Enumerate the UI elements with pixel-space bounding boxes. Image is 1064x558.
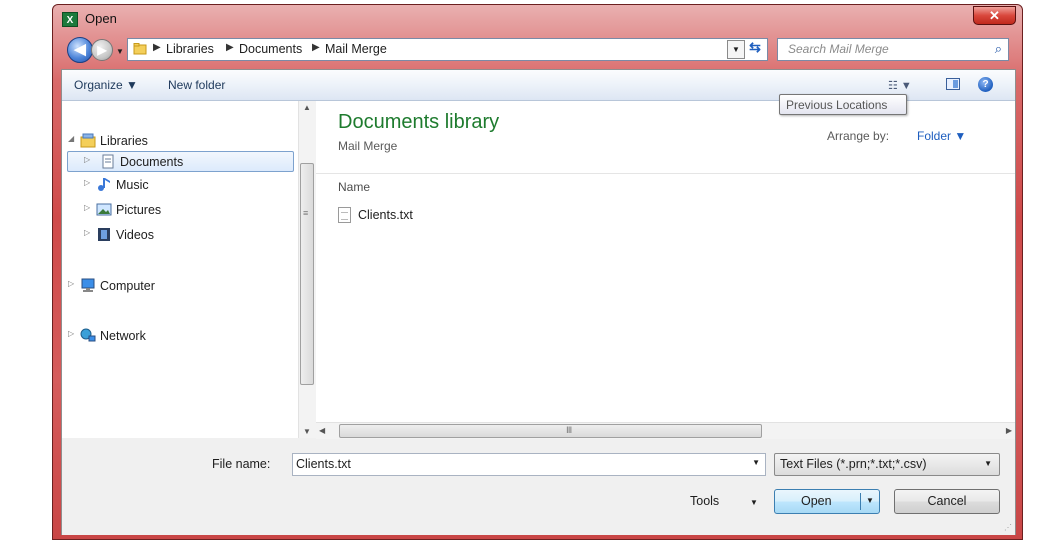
videos-icon	[98, 228, 110, 241]
tree-label: Network	[100, 329, 146, 343]
column-header-name[interactable]: Name	[316, 173, 1015, 198]
chevron-down-icon[interactable]: ▼	[752, 458, 760, 467]
tree-label: Pictures	[116, 203, 162, 217]
breadcrumb-documents[interactable]: Documents	[239, 42, 302, 56]
file-type-value: Text Files (*.prn;*.txt;*.csv)	[780, 457, 927, 471]
breadcrumb-separator[interactable]: ▶	[153, 42, 161, 53]
file-name-input[interactable]: Clients.txt ▼	[292, 453, 766, 476]
pictures-icon	[96, 203, 112, 216]
file-name-value: Clients.txt	[296, 457, 351, 471]
arrange-by-label: Arrange by:	[827, 129, 890, 143]
file-list-pane: Documents library Mail Merge Arrange by:…	[316, 101, 1015, 423]
organize-button[interactable]: Organize ▼	[74, 78, 138, 92]
scrollbar-thumb[interactable]	[300, 163, 314, 385]
refresh-icon[interactable]: ⇆	[746, 39, 764, 59]
dialog-body: Organize ▼ New folder ☷ ▼ ? ◢ Libraries …	[61, 69, 1016, 535]
new-folder-button[interactable]: New folder	[168, 78, 225, 92]
cancel-label: Cancel	[927, 494, 967, 508]
breadcrumb-libraries[interactable]: Libraries	[166, 42, 214, 56]
tree-item-libraries[interactable]: ◢ Libraries	[68, 132, 268, 151]
preview-pane-icon[interactable]	[946, 78, 960, 90]
recent-pages-dropdown[interactable]: ▼	[116, 47, 125, 56]
tree-item-computer[interactable]: ▷ Computer	[68, 277, 268, 296]
collapse-arrow-icon[interactable]: ◢	[68, 134, 74, 143]
chevron-down-icon[interactable]: ▼	[750, 498, 758, 507]
breadcrumb-mail-merge[interactable]: Mail Merge	[325, 42, 387, 56]
help-icon[interactable]: ?	[978, 77, 993, 92]
resize-grip-icon[interactable]: ⋰	[1004, 523, 1012, 532]
address-bar[interactable]: ▶ Libraries ▶ Documents ▶ Mail Merge	[127, 38, 768, 61]
open-options-dropdown[interactable]: ▼	[866, 496, 874, 505]
split-divider	[860, 493, 861, 510]
forward-button[interactable]: ▶	[91, 39, 113, 61]
tooltip-text: Previous Locations	[786, 98, 888, 112]
tree-item-music[interactable]: ▷ Music	[84, 176, 284, 195]
computer-icon	[81, 278, 95, 292]
navigation-bar: ◀ ▶ ▼ ▶ Libraries ▶ Documents ▶ Mail Mer…	[53, 34, 1022, 64]
grip-icon: ≡	[303, 208, 309, 218]
tree-label: Videos	[116, 228, 154, 242]
expand-arrow-icon[interactable]: ▷	[68, 279, 74, 288]
search-icon[interactable]: ⌕	[995, 41, 1002, 57]
folder-icon	[133, 43, 147, 55]
navigation-scrollbar[interactable]: ▲ ≡ ▼	[298, 101, 316, 438]
horizontal-scrollbar[interactable]: ◀ Ⅲ ▶	[316, 422, 1015, 440]
documents-icon	[102, 154, 114, 169]
open-dialog: X Open ✕ ◀ ▶ ▼ ▶ Libraries ▶ Documents ▶…	[52, 4, 1023, 540]
navigation-pane: ◢ Libraries ▷ Documents ▷ Music ▷ Pictur…	[62, 101, 308, 438]
tooltip: Previous Locations	[779, 94, 907, 115]
tree-label: Computer	[100, 279, 155, 293]
scroll-left-icon[interactable]: ◀	[319, 426, 325, 435]
expand-arrow-icon[interactable]: ▷	[84, 155, 90, 164]
network-icon	[80, 328, 96, 342]
scrollbar-thumb[interactable]: Ⅲ	[339, 424, 762, 438]
tree-label: Libraries	[100, 134, 148, 148]
tree-label: Music	[116, 178, 149, 192]
open-button[interactable]: Open ▼	[774, 489, 880, 514]
library-title: Documents library	[338, 111, 500, 133]
arrange-by-dropdown[interactable]: Folder ▼	[917, 129, 966, 143]
tools-button[interactable]: Tools	[690, 494, 719, 508]
libraries-icon	[80, 133, 96, 148]
file-name-label: File name:	[212, 457, 271, 471]
cancel-button[interactable]: Cancel	[894, 489, 1000, 514]
column-label: Name	[338, 180, 371, 194]
change-view-button[interactable]: ☷ ▼	[888, 79, 912, 92]
back-button[interactable]: ◀	[67, 37, 93, 63]
scroll-up-icon[interactable]: ▲	[303, 103, 311, 112]
file-type-select[interactable]: Text Files (*.prn;*.txt;*.csv) ▼	[774, 453, 1000, 476]
music-icon	[98, 178, 110, 191]
search-input[interactable]: Search Mail Merge ⌕	[777, 38, 1009, 61]
text-file-icon	[338, 207, 351, 223]
breadcrumb-separator[interactable]: ▶	[226, 42, 234, 53]
expand-arrow-icon[interactable]: ▷	[68, 329, 74, 338]
close-button[interactable]: ✕	[973, 6, 1016, 25]
tree-item-pictures[interactable]: ▷ Pictures	[84, 201, 284, 220]
scroll-right-icon[interactable]: ▶	[1006, 426, 1012, 435]
address-history-dropdown[interactable]: ▼	[727, 40, 745, 59]
expand-arrow-icon[interactable]: ▷	[84, 203, 90, 212]
file-name: Clients.txt	[358, 208, 413, 222]
scroll-down-icon[interactable]: ▼	[303, 427, 311, 436]
expand-arrow-icon[interactable]: ▷	[84, 178, 90, 187]
bottom-panel: File name: Clients.txt ▼ Text Files (*.p…	[62, 439, 1015, 535]
breadcrumb-separator[interactable]: ▶	[312, 42, 320, 53]
tree-item-videos[interactable]: ▷ Videos	[84, 226, 284, 245]
tree-label: Documents	[120, 155, 184, 169]
grip-icon: Ⅲ	[566, 425, 573, 435]
library-subtitle: Mail Merge	[338, 139, 398, 153]
open-label: Open	[801, 494, 832, 508]
title-bar: X Open ✕	[53, 5, 1022, 33]
tree-item-documents[interactable]: ▷ Documents	[67, 151, 294, 172]
expand-arrow-icon[interactable]: ▷	[84, 228, 90, 237]
search-placeholder: Search Mail Merge	[788, 42, 889, 56]
chevron-down-icon: ▼	[984, 459, 992, 468]
excel-icon: X	[62, 12, 78, 27]
window-title: Open	[85, 11, 117, 26]
tree-item-network[interactable]: ▷ Network	[68, 327, 268, 346]
